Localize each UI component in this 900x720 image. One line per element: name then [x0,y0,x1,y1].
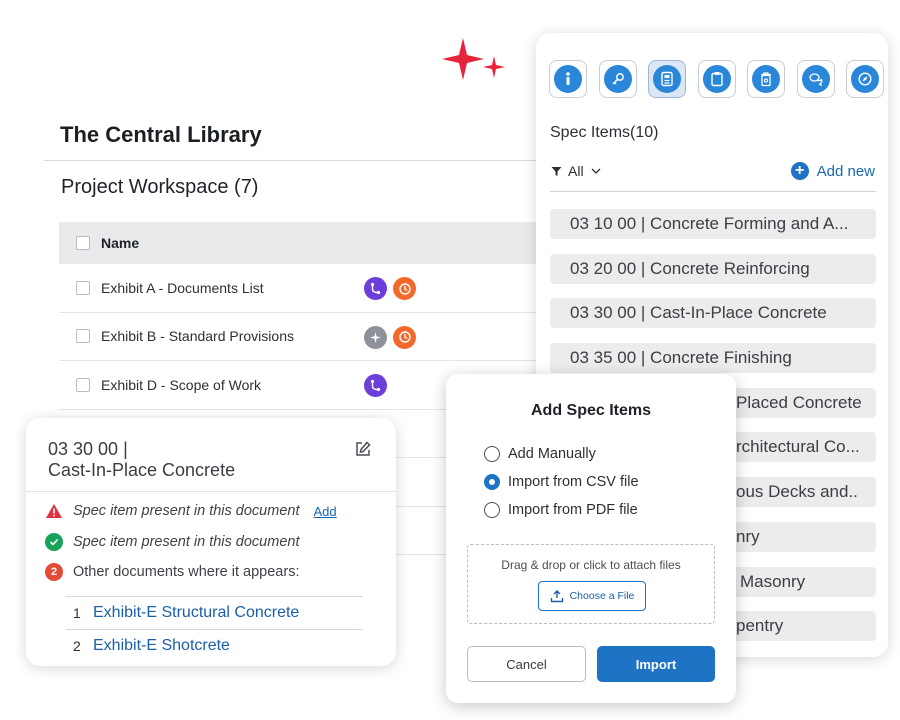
radio-button[interactable] [484,502,500,518]
card-divider [26,491,396,492]
document-button[interactable] [648,60,686,98]
workspace-title: Project Workspace (7) [61,176,259,198]
branch-icon[interactable] [364,277,387,300]
edit-icon[interactable] [354,440,372,458]
other-documents-line: 2 Other documents where it appears: [45,563,299,581]
key-button[interactable] [598,60,637,98]
check-circle-icon [45,533,63,551]
library-divider [44,160,544,161]
list-item: 2 Exhibit-E Shotcrete [66,629,363,662]
clipboard-button[interactable] [697,60,736,98]
filter-value: All [568,163,584,179]
add-spec-items-dialog: Add Spec Items Add Manually Import from … [446,374,736,703]
warning-line: Spec item present in this document Add [45,503,337,519]
option-import-csv[interactable]: Import from CSV file [484,474,639,490]
document-name[interactable]: Exhibit D - Scope of Work [101,377,261,393]
library-title: The Central Library [60,122,262,147]
key-icon [603,65,632,93]
spec-items-heading: Spec Items(10) [550,124,659,141]
sparkle-icon[interactable] [364,325,387,349]
add-link[interactable]: Add [313,504,336,519]
spec-item[interactable]: 03 10 00 | Concrete Forming and A... [550,209,876,239]
info-icon [554,65,582,93]
row-checkbox[interactable] [76,329,90,344]
cancel-button[interactable]: Cancel [467,646,586,682]
table-header: Name [59,222,539,264]
column-header-name[interactable]: Name [101,235,139,251]
item-number: 2 [73,638,81,654]
trash-icon [752,65,780,93]
clock-icon[interactable] [393,277,416,300]
dropzone-text: Drag & drop or click to attach files [501,558,681,572]
filter-icon [551,166,562,176]
success-text: Spec item present in this document [73,534,300,550]
row-checkbox[interactable] [76,377,90,392]
radio-button-selected[interactable] [484,474,500,490]
spec-item[interactable]: 03 30 00 | Cast-In-Place Concrete [550,298,876,329]
document-icon [653,65,681,93]
upload-icon [550,590,563,603]
spec-item[interactable]: 03 20 00 | Concrete Reinforcing [550,253,876,284]
chat-icon [801,65,830,93]
count-badge: 2 [45,563,63,581]
list-item: 1 Exhibit-E Structural Concrete [66,596,363,629]
radio-button[interactable] [484,446,500,462]
chevron-down-icon [591,168,601,174]
document-link[interactable]: Exhibit-E Shotcrete [93,637,230,655]
success-line: Spec item present in this document [45,533,299,551]
add-new-label: Add new [816,162,875,180]
info-button[interactable] [549,60,587,98]
row-checkbox[interactable] [76,280,90,295]
clipboard-icon [702,65,731,93]
branch-icon[interactable] [364,374,387,397]
other-documents-text: Other documents where it appears: [73,564,300,580]
table-row[interactable]: Exhibit B - Standard Provisions [59,313,539,361]
document-list: 1 Exhibit-E Structural Concrete 2 Exhibi… [66,596,363,662]
panel-divider [550,191,876,192]
item-number: 1 [73,605,81,621]
choose-file-label: Choose a File [569,590,635,602]
option-import-pdf[interactable]: Import from PDF file [484,502,638,518]
option-label: Import from PDF file [508,502,638,518]
option-label: Import from CSV file [508,474,639,490]
compass-button[interactable] [846,60,884,98]
warning-icon [46,504,62,518]
sparkle-decoration-icon [442,38,505,80]
select-all-checkbox[interactable] [76,236,90,250]
choose-file-button[interactable]: Choose a File [538,581,646,611]
import-button[interactable]: Import [597,646,715,682]
warning-text: Spec item present in this document [73,503,300,519]
option-label: Add Manually [508,446,596,462]
spec-title: Cast-In-Place Concrete [48,460,236,480]
spec-detail-card: 03 30 00 | Cast-In-Place Concrete Spec i… [26,418,396,666]
document-name[interactable]: Exhibit B - Standard Provisions [101,328,294,344]
plus-icon: + [790,162,809,180]
spec-code: 03 30 00 | [48,439,128,459]
option-add-manually[interactable]: Add Manually [484,446,596,462]
spec-item[interactable]: 03 35 00 | Concrete Finishing [550,343,876,374]
table-row[interactable]: Exhibit A - Documents List [59,264,539,313]
chat-button[interactable] [796,60,835,98]
clock-icon[interactable] [393,325,416,349]
file-dropzone[interactable]: Drag & drop or click to attach files Cho… [467,544,715,624]
document-link[interactable]: Exhibit-E Structural Concrete [93,604,299,622]
dialog-title: Add Spec Items [530,402,652,419]
add-new-button[interactable]: + Add new [790,162,875,180]
filter-dropdown[interactable]: All [551,163,602,179]
panel-toolbar [549,60,884,98]
trash-button[interactable] [747,60,785,98]
compass-icon [851,65,879,93]
document-name[interactable]: Exhibit A - Documents List [101,280,264,296]
